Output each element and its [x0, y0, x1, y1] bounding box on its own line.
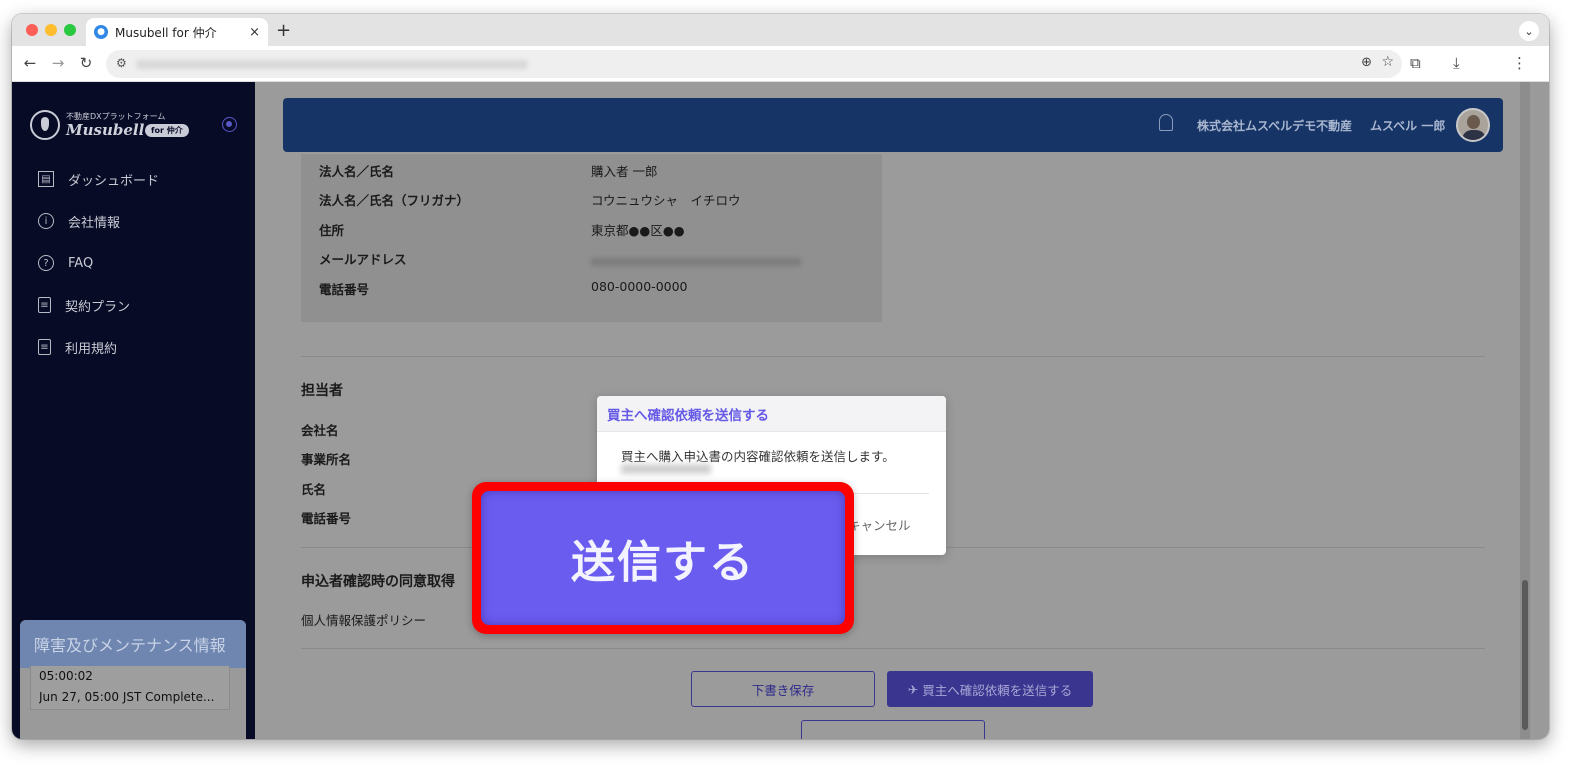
bookmark-star-icon[interactable]: ☆	[1381, 54, 1394, 70]
dialog-title: 買主へ確認依頼を送信する	[597, 396, 946, 432]
scrollbar-thumb[interactable]	[1522, 580, 1528, 730]
buyer-email-label: メールアドレス	[319, 252, 407, 267]
maintenance-panel: 障害及びメンテナンス情報 05:00:02 Jun 27, 05:00 JST …	[20, 620, 246, 739]
new-tab-button[interactable]: +	[276, 20, 291, 41]
dialog-cancel-button[interactable]: キャンセル	[848, 515, 911, 534]
sidebar-item-label: 利用規約	[65, 341, 118, 357]
document-icon: ≡	[38, 297, 51, 313]
sidebar-toggle-icon[interactable]	[222, 117, 237, 132]
dashboard-icon: ▤	[38, 171, 54, 187]
sidebar-item-terms[interactable]: ≡ 利用規約	[38, 335, 117, 359]
buyer-name-value: 購入者 一郎	[591, 164, 658, 179]
browser-toolbar: ← → ↻ ⚙ ⊕ ☆ ⧉ ⤓ ⋮	[12, 46, 1549, 82]
draft-save-button[interactable]: 下書き保存	[691, 671, 875, 707]
tab-title: Musubell for 仲介	[115, 25, 217, 40]
sidebar-item-company[interactable]: i 会社情報	[38, 209, 120, 233]
sidebar-item-label: ダッシュボード	[68, 173, 160, 189]
maintenance-title: 障害及びメンテナンス情報	[20, 620, 246, 668]
sidebar-item-label: 会社情報	[68, 215, 121, 231]
pen-logo-icon	[30, 110, 60, 140]
header-company: 株式会社ムスベルデモ不動産	[1197, 119, 1353, 133]
sidebar: 不動産DXプラットフォーム Musubell for 仲介 ▤ ダッシュボード …	[12, 82, 255, 739]
top-header: 株式会社ムスベルデモ不動産 ムスベル 一郎	[283, 98, 1503, 152]
tab-strip: ● Musubell for 仲介 × + ⌄	[12, 14, 1549, 46]
url-blurred	[136, 60, 528, 69]
agent-section-title: 担当者	[301, 383, 343, 399]
buyer-kana-value: コウニュウシャ イチロウ	[591, 193, 741, 208]
maintenance-status: Jun 27, 05:00 JST Complete...	[39, 690, 215, 704]
maximize-window-button[interactable]	[64, 24, 76, 36]
privacy-policy-label: 個人情報保護ポリシー	[301, 613, 427, 628]
back-icon[interactable]: ←	[20, 54, 40, 72]
agent-name-label: 氏名	[301, 482, 327, 497]
dialog-message: 買主へ購入申込書の内容確認依頼を送信します。	[621, 449, 895, 464]
highlight-callout: 送信する	[472, 482, 854, 634]
buyer-phone-value: 080-0000-0000	[591, 279, 688, 294]
secondary-button[interactable]	[801, 720, 985, 739]
logo[interactable]: 不動産DXプラットフォーム Musubell for 仲介	[30, 108, 220, 144]
maintenance-time: 05:00:02	[39, 669, 93, 683]
bell-icon[interactable]	[1159, 114, 1173, 131]
sidebar-item-faq[interactable]: ? FAQ	[38, 251, 93, 275]
section-divider	[301, 356, 1485, 357]
browser-window: ● Musubell for 仲介 × + ⌄ ← → ↻ ⚙ ⊕ ☆ ⧉ ⤓ …	[12, 14, 1549, 739]
sidebar-item-plan[interactable]: ≡ 契約プラン	[38, 293, 130, 317]
address-bar[interactable]: ⚙ ⊕ ☆	[106, 50, 1402, 78]
buyer-email-value-blurred	[591, 258, 801, 266]
agent-office-label: 事業所名	[301, 452, 352, 467]
forward-icon[interactable]: →	[48, 54, 68, 72]
buyer-kana-label: 法人名／氏名（フリガナ）	[319, 193, 470, 208]
send-button-zoomed[interactable]: 送信する	[481, 491, 845, 625]
help-icon: ?	[38, 255, 54, 271]
favicon-icon: ●	[94, 25, 108, 39]
tab-search-button[interactable]: ⌄	[1519, 21, 1539, 41]
zoom-icon[interactable]: ⊕	[1361, 55, 1372, 70]
reload-icon[interactable]: ↻	[76, 54, 96, 72]
avatar[interactable]	[1456, 108, 1490, 142]
buyer-address-value: 東京都●●区●●	[591, 223, 685, 238]
header-user[interactable]: ムスベル 一郎	[1370, 117, 1445, 134]
section-divider	[301, 648, 1485, 649]
send-confirmation-label: 買主へ確認依頼を送信する	[922, 682, 1073, 698]
info-icon: i	[38, 213, 54, 229]
logo-name: Musubell	[66, 121, 145, 139]
buyer-address-label: 住所	[319, 223, 345, 238]
menu-icon[interactable]: ⋮	[1512, 54, 1527, 72]
logo-badge: for 仲介	[145, 124, 189, 137]
send-confirmation-button[interactable]: ✈ 買主へ確認依頼を送信する	[887, 671, 1093, 707]
maintenance-card[interactable]: 05:00:02 Jun 27, 05:00 JST Complete...	[30, 666, 230, 710]
dialog-message-obscured	[621, 464, 711, 474]
send-icon: ✈	[907, 681, 919, 697]
download-icon[interactable]: ⤓	[1453, 54, 1460, 72]
app-viewport: 不動産DXプラットフォーム Musubell for 仲介 ▤ ダッシュボード …	[12, 82, 1549, 739]
document-icon: ≡	[38, 339, 51, 355]
sidebar-item-dashboard[interactable]: ▤ ダッシュボード	[38, 167, 159, 191]
agent-company-label: 会社名	[301, 423, 339, 438]
site-info-icon[interactable]: ⚙	[116, 56, 127, 70]
sidebar-item-label: 契約プラン	[65, 299, 131, 315]
tab-close-icon[interactable]: ×	[249, 25, 260, 40]
close-window-button[interactable]	[26, 24, 38, 36]
extensions-icon[interactable]: ⧉	[1410, 54, 1421, 72]
scrollbar[interactable]	[1520, 82, 1530, 739]
sidebar-item-label: FAQ	[68, 255, 94, 271]
agent-phone-label: 電話番号	[301, 511, 352, 526]
minimize-window-button[interactable]	[45, 24, 57, 36]
browser-tab[interactable]: ● Musubell for 仲介 ×	[86, 18, 268, 46]
consent-section-title: 申込者確認時の同意取得	[301, 574, 455, 590]
buyer-phone-label: 電話番号	[319, 282, 370, 297]
buyer-name-label: 法人名／氏名	[319, 164, 395, 179]
